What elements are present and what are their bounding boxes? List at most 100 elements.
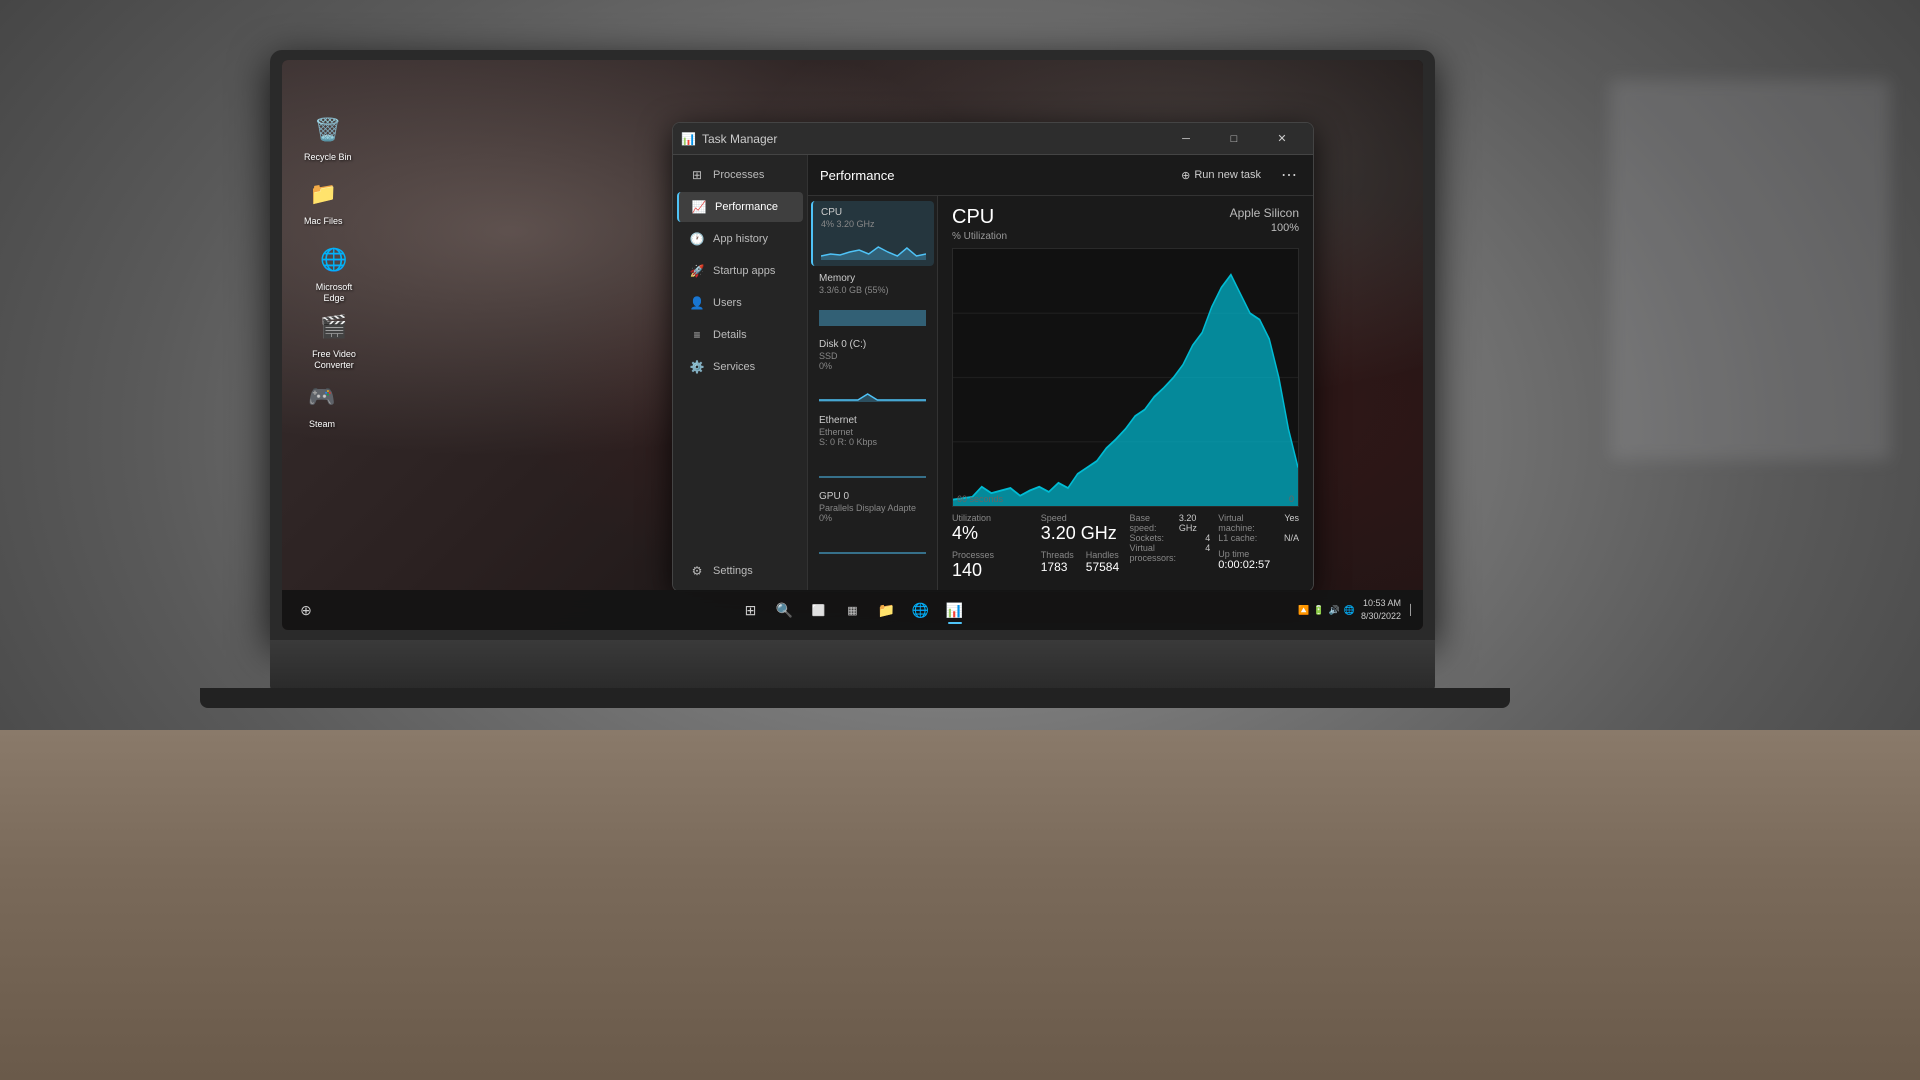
ethernet-mini-chart: [819, 450, 926, 478]
sidebar-label-settings: Settings: [713, 565, 753, 577]
desktop-icon-edge[interactable]: 🌐 Microsoft Edge: [300, 238, 368, 308]
volume-icon[interactable]: 🔊: [1329, 605, 1340, 616]
tm-main-panel: Performance ⊕ Run new task ⋯: [808, 155, 1313, 591]
stat-group-vm: Virtual machine: Yes L1 cache: N/A: [1218, 513, 1299, 581]
minimize-button[interactable]: ─: [1163, 123, 1209, 155]
maximize-button[interactable]: □: [1211, 123, 1257, 155]
edge-label: Microsoft Edge: [304, 282, 364, 304]
sidebar-item-services[interactable]: ⚙️ Services: [677, 352, 803, 382]
close-button[interactable]: ✕: [1259, 123, 1305, 155]
sidebar-item-processes[interactable]: ⊞ Processes: [677, 160, 803, 190]
resource-item-gpu[interactable]: GPU 0 Parallels Display Adapte0%: [811, 485, 934, 560]
taskbar-left: ⊕: [290, 594, 322, 626]
desktop-icon-mac-files[interactable]: 📁 Mac Files: [300, 172, 347, 231]
resource-sub-gpu: Parallels Display Adapte0%: [819, 503, 926, 523]
widgets-button[interactable]: ▦: [837, 594, 869, 626]
cpu-mini-chart: [821, 232, 926, 260]
vm-value: Yes: [1284, 513, 1299, 533]
run-new-task-button[interactable]: ⊕ Run new task: [1173, 165, 1269, 186]
copilot-button[interactable]: ⊕: [290, 594, 322, 626]
handles-label: Handles: [1086, 550, 1119, 560]
vproc-value: 4: [1205, 543, 1210, 563]
sidebar-label-startup-apps: Startup apps: [713, 265, 775, 277]
sidebar-item-startup-apps[interactable]: 🚀 Startup apps: [677, 256, 803, 286]
clock-date: 8/30/2022: [1361, 610, 1401, 623]
steam-icon: 🎮: [304, 379, 340, 415]
sidebar-item-users[interactable]: 👤 Users: [677, 288, 803, 318]
utilization-label: Utilization: [952, 513, 1033, 523]
base-speed-label: Base speed:: [1130, 513, 1171, 533]
stat-group-tech: Base speed: 3.20 GHz Sockets: 4: [1130, 513, 1211, 581]
disk-mini-chart: [819, 374, 926, 402]
resource-name-ethernet: Ethernet: [819, 415, 926, 426]
sidebar-item-settings[interactable]: ⚙ Settings: [677, 556, 803, 586]
sidebar-item-performance[interactable]: 📈 Performance: [677, 192, 803, 222]
performance-actions: ⊕ Run new task ⋯: [1173, 163, 1301, 187]
base-speed-row: Base speed: 3.20 GHz: [1130, 513, 1211, 533]
services-icon: ⚙️: [689, 360, 705, 374]
desktop-icon-steam[interactable]: 🎮 Steam: [300, 375, 344, 434]
sidebar-label-performance: Performance: [715, 201, 778, 213]
laptop-keyboard: [270, 640, 1435, 690]
resource-list: CPU 4% 3.20 GHz: [808, 196, 938, 591]
taskmanager-taskbar-button[interactable]: 📊: [939, 594, 971, 626]
chart-label-0s: 0: [1289, 494, 1294, 504]
resource-item-ethernet[interactable]: Ethernet EthernetS: 0 R: 0 Kbps: [811, 409, 934, 484]
show-desktop-button[interactable]: │: [1407, 594, 1415, 626]
tm-body: ⊞ Processes 📈 Performance 🕐 App history: [673, 155, 1313, 591]
cpu-brand-group: Apple Silicon 100%: [1230, 206, 1299, 234]
recycle-bin-label: Recycle Bin: [304, 152, 352, 163]
edge-taskbar-button[interactable]: 🌐: [905, 594, 937, 626]
history-icon: 🕐: [689, 232, 705, 246]
sockets-value: 4: [1205, 533, 1210, 543]
start-button[interactable]: ⊞: [735, 594, 767, 626]
uptime-label: Up time: [1218, 549, 1299, 559]
recycle-bin-icon: 🗑️: [310, 112, 346, 148]
details-icon: ≡: [689, 328, 705, 342]
cpu-title: CPU: [952, 206, 1007, 229]
threads-label: Threads: [1041, 550, 1074, 560]
battery-icon: 🔋: [1313, 605, 1324, 616]
stat-group-speed: Speed 3.20 GHz Threads 1783: [1041, 513, 1122, 581]
vproc-label: Virtual processors:: [1130, 543, 1198, 563]
run-task-label: Run new task: [1194, 169, 1261, 181]
taskview-button[interactable]: ⬜: [803, 594, 835, 626]
sidebar-bottom: ⚙ Settings: [673, 555, 807, 591]
chevron-up-icon[interactable]: 🔼: [1298, 605, 1309, 616]
explorer-button[interactable]: 📁: [871, 594, 903, 626]
sidebar-item-details[interactable]: ≡ Details: [677, 320, 803, 350]
resource-item-cpu[interactable]: CPU 4% 3.20 GHz: [811, 201, 934, 266]
l1-label: L1 cache:: [1218, 533, 1257, 543]
handles-group: Handles 57584: [1086, 550, 1119, 574]
resource-item-memory[interactable]: Memory 3.3/6.0 GB (55%): [811, 267, 934, 332]
utilization-value: 4%: [952, 523, 1033, 544]
search-button[interactable]: 🔍: [769, 594, 801, 626]
resource-item-disk[interactable]: Disk 0 (C:) SSD 0%: [811, 333, 934, 408]
desk-surface: [0, 730, 1920, 1080]
taskbar: ⊕ ⊞ 🔍 ⬜ ▦ 📁 🌐 📊 🔼 🔋 🔊 🌐: [282, 590, 1423, 630]
cpu-chart: 60 seconds 0: [952, 248, 1299, 507]
sidebar-label-processes: Processes: [713, 169, 764, 181]
settings-icon: ⚙: [689, 564, 705, 578]
resource-name-memory: Memory: [819, 273, 926, 284]
processes-value: 140: [952, 560, 1033, 581]
desktop-icon-recycle-bin[interactable]: 🗑️ Recycle Bin: [300, 108, 356, 167]
resource-sub-cpu: 4% 3.20 GHz: [821, 219, 926, 229]
laptop-body: 🗑️ Recycle Bin 📁 Mac Files 🌐 Microsoft E…: [270, 50, 1435, 640]
resource-name-cpu: CPU: [821, 207, 926, 218]
window-controls: ─ □ ✕: [1163, 123, 1305, 155]
threads-group: Threads 1783: [1041, 550, 1074, 574]
laptop-base: [200, 688, 1510, 708]
gpu-mini-chart: [819, 526, 926, 554]
sidebar-item-app-history[interactable]: 🕐 App history: [677, 224, 803, 254]
desktop-icon-video-converter[interactable]: 🎬 Free Video Converter: [300, 305, 368, 375]
resource-sub-disk: SSD 0%: [819, 351, 926, 371]
system-clock[interactable]: 10:53 AM 8/30/2022: [1361, 597, 1401, 622]
cpu-detail-header: CPU % Utilization Apple Silicon 100%: [952, 206, 1299, 242]
performance-header: Performance ⊕ Run new task ⋯: [808, 155, 1313, 196]
cpu-chart-svg: [953, 249, 1298, 506]
more-options-button[interactable]: ⋯: [1277, 163, 1301, 187]
clock-time: 10:53 AM: [1361, 597, 1401, 610]
network-icon[interactable]: 🌐: [1344, 605, 1355, 616]
vproc-row: Virtual processors: 4: [1130, 543, 1211, 563]
